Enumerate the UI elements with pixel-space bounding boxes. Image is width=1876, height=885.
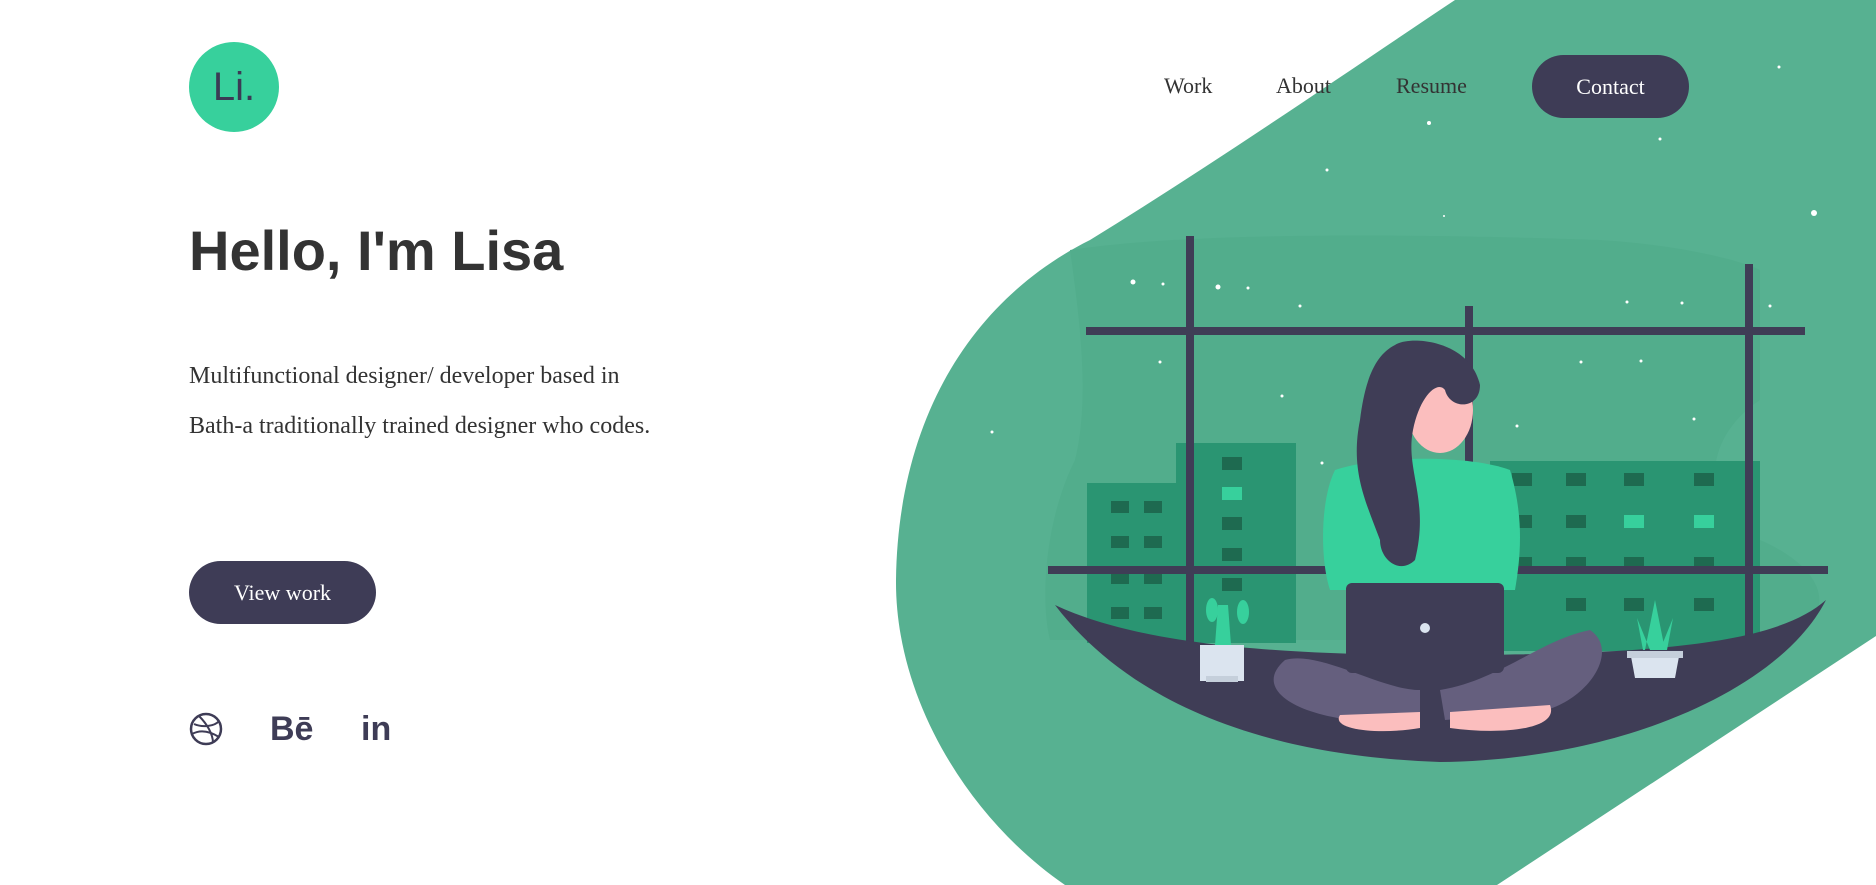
nav-item-resume[interactable]: Resume bbox=[1396, 73, 1467, 99]
window-scene bbox=[1045, 235, 1828, 762]
logo[interactable]: Li. bbox=[189, 42, 279, 132]
nav-item-about[interactable]: About bbox=[1276, 73, 1331, 99]
intro-text: Multifunctional designer/ developer base… bbox=[189, 363, 651, 439]
dribbble-icon[interactable] bbox=[189, 711, 225, 747]
contact-button[interactable]: Contact bbox=[1532, 55, 1689, 118]
page-title: Hello, I'm Lisa bbox=[189, 219, 564, 282]
nav-item-work[interactable]: Work bbox=[1164, 73, 1212, 99]
behance-icon[interactable]: Bē bbox=[270, 710, 313, 748]
view-work-button[interactable]: View work bbox=[189, 561, 376, 624]
linkedin-icon[interactable]: in bbox=[361, 710, 391, 748]
